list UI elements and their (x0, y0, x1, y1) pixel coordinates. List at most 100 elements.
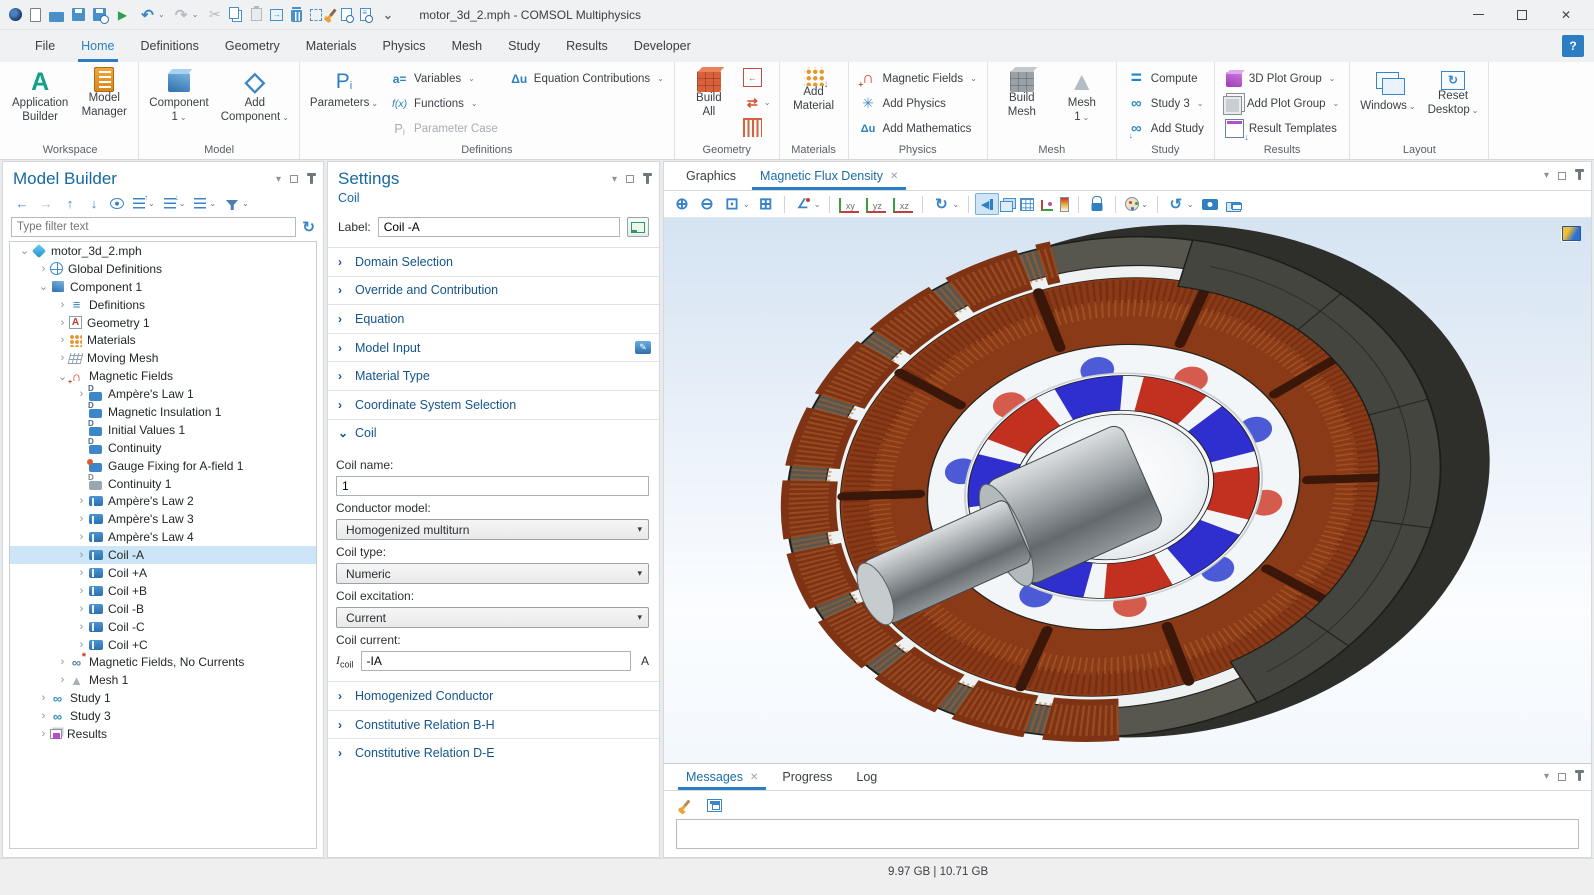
equation-contributions-button[interactable]: Equation Contributions⌄ (506, 66, 668, 91)
tree-item-coil-b[interactable]: ›Coil -B (10, 600, 316, 618)
pin-panel-icon[interactable] (1578, 772, 1581, 781)
update-geometry-button[interactable]: ⌄ (741, 90, 773, 115)
menu-results[interactable]: Results (553, 30, 621, 62)
tree-item-magnetic-insulation-1[interactable]: Magnetic Insulation 1 (10, 403, 316, 421)
add-component-button[interactable]: AddComponent⌄ (217, 65, 293, 127)
tab-graphics[interactable]: Graphics (674, 162, 748, 190)
refresh-icon[interactable]: ↻ (302, 218, 315, 236)
menu-home[interactable]: Home (68, 30, 127, 62)
find-in-model-button[interactable] (357, 6, 374, 23)
clear-messages-button[interactable] (674, 795, 696, 815)
expander-collapsed-icon[interactable]: › (56, 656, 69, 668)
view-yz-button[interactable] (863, 193, 889, 215)
functions-button[interactable]: Functions⌄ (386, 91, 502, 116)
view-xz-button[interactable] (890, 193, 916, 215)
section-coordinate-system-selection[interactable]: ›Coordinate System Selection (328, 390, 659, 419)
expander-collapsed-icon[interactable]: › (75, 531, 88, 543)
expander-collapsed-icon[interactable]: › (75, 585, 88, 597)
new-file-button[interactable] (27, 6, 44, 24)
tab-magnetic-flux-density[interactable]: Magnetic Flux Density✕ (748, 162, 910, 190)
section-homogenized-conductor[interactable]: ›Homogenized Conductor (328, 681, 659, 710)
go-forward-button[interactable] (35, 194, 57, 213)
close-tab-icon[interactable]: ✕ (890, 171, 898, 182)
expander-collapsed-icon[interactable]: › (75, 549, 88, 561)
expander-collapsed-icon[interactable]: › (75, 603, 88, 615)
collapse-all-button[interactable]: ⌄ (129, 194, 158, 213)
tree-item-amp-re-s-law-1[interactable]: ›Ampère's Law 1 (10, 385, 316, 403)
section-constitutive-relation-b-h[interactable]: ›Constitutive Relation B-H (328, 710, 659, 739)
section-constitutive-relation-d-e[interactable]: ›Constitutive Relation D-E (328, 738, 659, 767)
show-button[interactable] (107, 194, 127, 213)
expander-collapsed-icon[interactable]: › (56, 317, 69, 329)
3d-plot-group-button[interactable]: 3D Plot Group⌄ (1221, 66, 1343, 91)
add-material-button[interactable]: AddMaterial (786, 65, 842, 116)
tree-item-coil-a[interactable]: ›Coil +A (10, 564, 316, 582)
tree-item-mesh-1[interactable]: ›Mesh 1 (10, 671, 316, 689)
tab-log[interactable]: Log (844, 764, 889, 790)
mesh-1-button[interactable]: Mesh1⌄ (1054, 65, 1110, 127)
result-templates-button[interactable]: Result Templates (1221, 116, 1343, 141)
zoom-extents-button[interactable] (754, 193, 778, 215)
tree-item-amp-re-s-law-4[interactable]: ›Ampère's Law 4 (10, 528, 316, 546)
parameters-button[interactable]: Parameters⌄ (306, 65, 382, 113)
close-button[interactable]: ✕ (1544, 1, 1588, 29)
build-mesh-button[interactable]: BuildMesh (994, 65, 1050, 122)
view-xy-button[interactable] (836, 193, 862, 215)
coil-excitation-select[interactable]: Current ▾ (336, 607, 649, 628)
float-panel-icon[interactable] (290, 175, 298, 183)
section-override-and-contribution[interactable]: ›Override and Contribution (328, 276, 659, 305)
filter-button[interactable]: ⌄ (221, 194, 252, 213)
expander-collapsed-icon[interactable]: › (37, 263, 50, 275)
expander-collapsed-icon[interactable]: › (75, 513, 88, 525)
copy-button[interactable] (228, 9, 246, 21)
tree-item-study-3[interactable]: ›Study 3 (10, 707, 316, 725)
expander-collapsed-icon[interactable]: › (56, 674, 69, 686)
tree-item-continuity[interactable]: Continuity (10, 439, 316, 457)
tree-item-amp-re-s-law-3[interactable]: ›Ampère's Law 3 (10, 510, 316, 528)
expander-expanded-icon[interactable]: ⌄ (37, 280, 50, 293)
tree-item-coil-b[interactable]: ›Coil +B (10, 582, 316, 600)
tree-item-magnetic-fields[interactable]: ⌄Magnetic Fields (10, 367, 316, 385)
print-button[interactable] (1223, 195, 1244, 214)
go-to-view-button[interactable]: ⌄ (791, 193, 824, 215)
open-button[interactable] (46, 6, 67, 24)
tree-item-materials[interactable]: ›Materials (10, 331, 316, 349)
coil-current-input[interactable] (361, 651, 631, 671)
expander-collapsed-icon[interactable]: › (75, 388, 88, 400)
float-panel-icon[interactable] (1558, 773, 1566, 781)
tab-progress[interactable]: Progress (770, 764, 844, 790)
undo-button[interactable]: ⌄ (136, 4, 168, 25)
menu-file[interactable]: File (22, 30, 68, 62)
rename-button[interactable] (627, 217, 649, 237)
model-manager-button[interactable]: ModelManager (76, 65, 132, 122)
tree-item-coil-a[interactable]: ›Coil -A (10, 546, 316, 564)
open-in-window-button[interactable] (704, 797, 725, 814)
expander-collapsed-icon[interactable]: › (37, 728, 50, 740)
run-button[interactable] (111, 4, 134, 25)
appearance-button[interactable]: ⌄ (1122, 195, 1151, 213)
component-1-button[interactable]: Component1⌄ (145, 65, 212, 127)
scene-light-button[interactable] (975, 193, 999, 215)
edit-model-input-icon[interactable] (635, 341, 651, 354)
menu-study[interactable]: Study (495, 30, 553, 62)
insert-sequence-button[interactable] (741, 65, 773, 90)
expander-collapsed-icon[interactable]: › (75, 639, 88, 651)
tree-item-moving-mesh[interactable]: ›Moving Mesh (10, 349, 316, 367)
label-input[interactable] (378, 217, 620, 237)
tree-item-coil-c[interactable]: ›Coil -C (10, 618, 316, 636)
panel-menu-icon[interactable]: ▾ (276, 174, 281, 185)
panel-menu-icon[interactable]: ▾ (1544, 170, 1549, 181)
section-material-type[interactable]: ›Material Type (328, 361, 659, 390)
motor-3d-plot[interactable] (664, 218, 1591, 763)
compute-button[interactable]: Compute (1123, 66, 1208, 91)
minimize-button[interactable] (1456, 1, 1500, 29)
move-down-button[interactable] (83, 194, 105, 213)
tree-item-definitions[interactable]: ›Definitions (10, 296, 316, 314)
menu-physics[interactable]: Physics (369, 30, 438, 62)
maximize-button[interactable] (1500, 1, 1544, 29)
expander-collapsed-icon[interactable]: › (37, 710, 50, 722)
transparency-button[interactable] (1000, 195, 1016, 214)
tree-item-global-definitions[interactable]: ›Global Definitions (10, 260, 316, 278)
zoom-out-button[interactable] (695, 193, 719, 215)
coil-type-select[interactable]: Numeric ▾ (336, 563, 649, 584)
